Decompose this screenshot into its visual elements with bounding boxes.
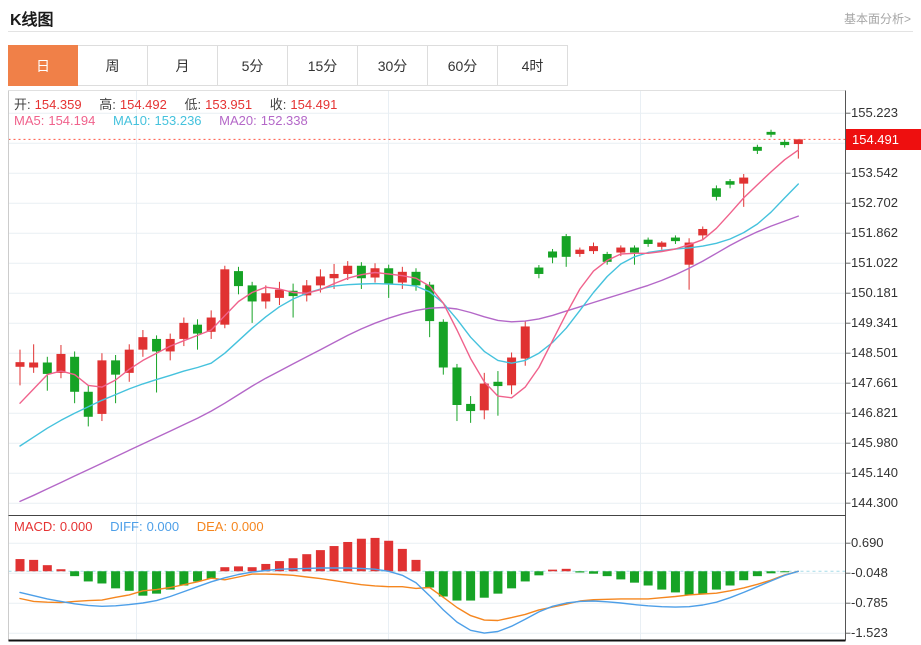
ma5-label: MA5: [14,113,44,128]
macd-axis-label-1: -0.048 [851,565,888,580]
dea-label: DEA: [197,519,227,534]
ma-readout: MA5: 154.194 MA10: 153.236 MA20: 152.338 [14,113,312,128]
ohlc-readout: 开: 154.359 高: 154.492 低:153.951 收:154.491 [14,94,341,113]
price-axis-label-7: 148.501 [851,345,898,360]
diff-label: DIFF: [110,519,143,534]
macd-label: MACD: [14,519,56,534]
open-value: 154.359 [35,97,82,112]
price-axis-label-0: 155.223 [851,105,898,120]
price-axis-label-12: 144.300 [851,495,898,510]
close-value: 154.491 [290,97,337,112]
ma20-label: MA20: [219,113,257,128]
close-label: 收: [270,97,287,112]
ma5-value: 154.194 [48,113,95,128]
candles-layer [16,130,803,427]
price-axis-label-10: 145.980 [851,435,898,450]
ma10-label: MA10: [113,113,151,128]
price-axis-label-2: 152.702 [851,195,898,210]
diff-value: 0.000 [147,519,180,534]
dea-value: 0.000 [231,519,264,534]
high-value: 154.492 [120,97,167,112]
price-axis-label-4: 151.022 [851,255,898,270]
low-label: 低: [185,97,202,112]
price-axis-label-3: 151.862 [851,225,898,240]
kline-chart-widget: K线图 基本面分析> 日周月5分15分30分60分4时 开:154.359 高:… [0,0,921,645]
price-axis-label-11: 145.140 [851,465,898,480]
macd-axis-label-3: -1.523 [851,625,888,640]
high-label: 高: [99,97,116,112]
price-axis-label-8: 147.661 [851,375,898,390]
macd-axis-label-2: -0.785 [851,595,888,610]
ma20-value: 152.338 [261,113,308,128]
macd-value: 0.000 [60,519,93,534]
current-price-badge: 154.491 [846,129,921,150]
ma10-value: 153.236 [155,113,202,128]
open-label: 开: [14,97,31,112]
macd-readout: MACD: 0.000 DIFF: 0.000 DEA: 0.000 [14,519,268,534]
price-axis-label-9: 146.821 [851,405,898,420]
macd-axis-label-0: 0.690 [851,535,884,550]
price-axis-label-5: 150.181 [851,285,898,300]
price-axis-label-6: 149.341 [851,315,898,330]
macd-histogram [16,538,790,601]
price-axis-label-1: 153.542 [851,165,898,180]
low-value: 153.951 [205,97,252,112]
